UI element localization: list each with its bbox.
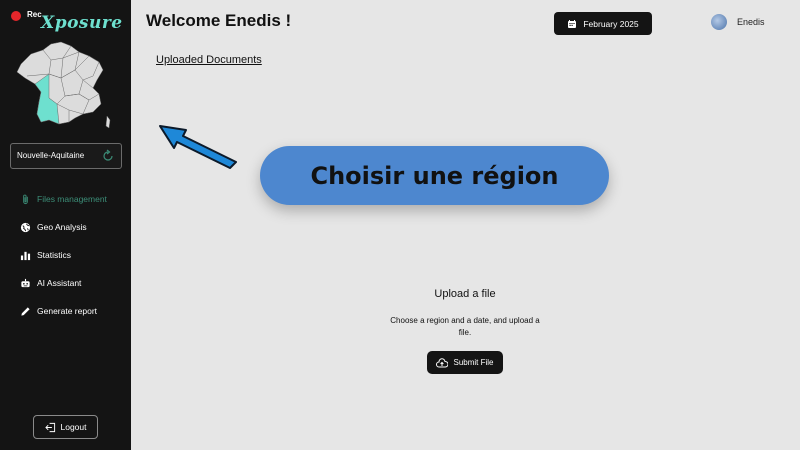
sidebar-item-label: Geo Analysis [37, 222, 87, 232]
sidebar-item-files-management[interactable]: Files management [0, 185, 131, 213]
logo-script: Xposure [41, 13, 123, 33]
sidebar-item-label: AI Assistant [37, 278, 82, 288]
sidebar-item-label: Generate report [37, 306, 98, 316]
logout-icon [44, 422, 55, 432]
page-title: Welcome Enedis ! [146, 11, 292, 30]
pointer-arrow-icon [159, 125, 237, 169]
logout-label: Logout [60, 422, 87, 432]
paperclip-icon [23, 194, 28, 204]
choose-region-banner: Choisir une région [260, 146, 609, 205]
region-select[interactable]: Nouvelle-Aquitaine [10, 143, 122, 169]
submit-file-label: Submit File [453, 358, 494, 367]
bar-chart-icon [20, 251, 31, 260]
logo-prefix: Rec [27, 10, 42, 19]
user-menu[interactable]: Enedis [711, 14, 765, 30]
sidebar-nav: Files management Geo Analysis Statistics [0, 185, 131, 325]
uploaded-documents-link[interactable]: Uploaded Documents [156, 54, 262, 66]
calendar-icon [568, 19, 577, 28]
region-select-value: Nouvelle-Aquitaine [17, 151, 85, 160]
sidebar-item-geo-analysis[interactable]: Geo Analysis [0, 213, 131, 241]
date-label: February 2025 [583, 18, 639, 29]
user-name: Enedis [737, 17, 765, 27]
logout-button[interactable]: Logout [33, 415, 98, 439]
sidebar-item-generate-report[interactable]: Generate report [0, 297, 131, 325]
refresh-icon[interactable] [101, 149, 115, 163]
cloud-upload-icon [436, 357, 449, 367]
sidebar-item-label: Files management [37, 194, 107, 204]
sidebar-item-label: Statistics [37, 250, 72, 260]
upload-description: Choose a region and a date, and upload a… [390, 316, 540, 337]
main-content: Welcome Enedis ! February 2025 Enedis Up… [131, 0, 800, 450]
date-picker-button[interactable]: February 2025 [554, 12, 652, 35]
submit-file-button[interactable]: Submit File [427, 351, 503, 374]
upload-title: Upload a file [434, 288, 496, 300]
robot-icon [21, 278, 30, 287]
globe-icon [20, 222, 31, 232]
logo-dot-icon [11, 11, 21, 21]
sidebar-item-statistics[interactable]: Statistics [0, 241, 131, 269]
sidebar-item-ai-assistant[interactable]: AI Assistant [0, 269, 131, 297]
avatar [711, 14, 727, 30]
pencil-icon [21, 306, 30, 316]
app-logo[interactable]: Rec Xposure [9, 9, 122, 33]
france-region-map[interactable] [13, 40, 113, 132]
sidebar: Rec Xposure Nouvelle-Aquitaine Files man… [0, 0, 131, 450]
